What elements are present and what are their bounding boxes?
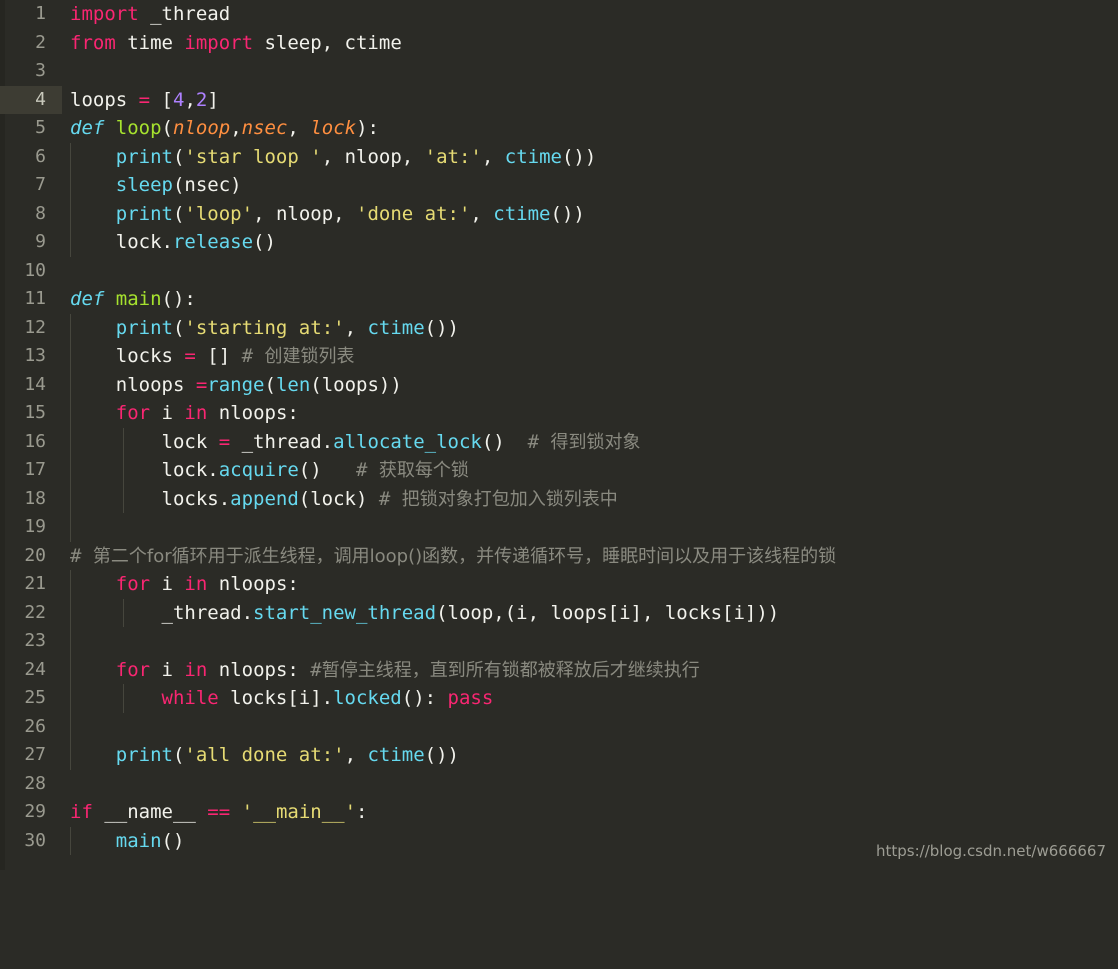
code-line[interactable]: 19 <box>0 513 1118 542</box>
line-number: 27 <box>24 744 46 765</box>
code-line-content: locks = [] # 创建锁列表 <box>70 345 355 367</box>
line-number: 22 <box>24 601 46 623</box>
code-line-content: print('all done at:', ctime()) <box>115 744 459 766</box>
code-line-content: main() <box>115 829 185 852</box>
code-line[interactable]: 18 locks.append(lock) # 把锁对象打包加入锁列表中 <box>0 484 1118 513</box>
code-line-content: print('starting at:', ctime()) <box>115 316 459 339</box>
code-line[interactable]: 26 <box>0 712 1118 741</box>
code-line[interactable]: 15 for i in nloops: <box>0 399 1118 428</box>
indent-guide <box>70 712 71 741</box>
line-number: 17 <box>24 459 46 480</box>
code-editor[interactable]: 1 import _thread 2 from time import slee… <box>0 0 1118 870</box>
line-number: 23 <box>24 630 46 651</box>
line-number: 21 <box>24 573 46 594</box>
code-line[interactable]: 13 locks = [] # 创建锁列表 <box>0 342 1118 371</box>
code-line-content: # 第二个for循环用于派生线程，调用loop()函数，并传递循环号，睡眠时间以… <box>70 544 837 567</box>
code-lines-container[interactable]: 1 import _thread 2 from time import slee… <box>0 0 1118 855</box>
line-number: 25 <box>24 687 46 708</box>
line-number: 12 <box>24 316 46 338</box>
code-line[interactable]: 25 while locks[i].locked(): pass <box>0 684 1118 713</box>
code-line[interactable]: 27 print('all done at:', ctime()) <box>0 741 1118 770</box>
code-line-content: print('star loop ', nloop, 'at:', ctime(… <box>115 145 597 168</box>
line-number: 3 <box>35 60 46 81</box>
code-line-content: for i in nloops: #暂停主线程，直到所有锁都被释放后才继续执行 <box>115 658 700 681</box>
code-line-content: nloops =range(len(loops)) <box>70 373 402 396</box>
code-line[interactable]: 2 from time import sleep, ctime <box>0 29 1118 58</box>
code-line[interactable]: 29 if __name__ == '__main__': <box>0 798 1118 827</box>
code-line-content: sleep(nsec) <box>115 174 242 196</box>
line-number: 15 <box>24 402 46 423</box>
code-line[interactable]: 22 _thread.start_new_thread(loop,(i, loo… <box>0 598 1118 627</box>
line-number: 14 <box>24 373 46 395</box>
code-line[interactable]: 28 <box>0 770 1118 799</box>
line-number: 2 <box>35 31 46 53</box>
code-line[interactable]: 6 print('star loop ', nloop, 'at:', ctim… <box>0 142 1118 171</box>
code-line[interactable]: 14 nloops =range(len(loops)) <box>0 370 1118 399</box>
code-line[interactable]: 8 print('loop', nloop, 'done at:', ctime… <box>0 199 1118 228</box>
code-line-content: print('loop', nloop, 'done at:', ctime()… <box>115 202 585 225</box>
line-number: 11 <box>24 288 46 309</box>
code-line[interactable]: 5 def loop(nloop,nsec, lock): <box>0 114 1118 143</box>
code-line[interactable]: 1 import _thread <box>0 0 1118 29</box>
line-number: 10 <box>24 259 46 281</box>
line-number: 28 <box>24 772 46 794</box>
code-line[interactable]: 20 # 第二个for循环用于派生线程，调用loop()函数，并传递循环号，睡眠… <box>0 542 1118 571</box>
code-line-content: def loop(nloop,nsec, lock): <box>70 117 379 139</box>
code-line-content: for i in nloops: <box>115 402 299 424</box>
line-number: 13 <box>24 345 46 366</box>
line-number: 9 <box>35 231 46 252</box>
code-line-content: def main(): <box>70 288 196 310</box>
line-number: 4 <box>35 88 46 110</box>
line-number: 20 <box>24 544 46 566</box>
line-number: 24 <box>24 658 46 680</box>
code-line[interactable]: 7 sleep(nsec) <box>0 171 1118 200</box>
code-line-content: locks.append(lock) # 把锁对象打包加入锁列表中 <box>70 487 618 510</box>
code-line-content: _thread.start_new_thread(loop,(i, loops[… <box>70 601 780 624</box>
code-line[interactable]: 21 for i in nloops: <box>0 570 1118 599</box>
code-line-content: lock.acquire() # 获取每个锁 <box>70 459 469 481</box>
code-line[interactable]: 17 lock.acquire() # 获取每个锁 <box>0 456 1118 485</box>
code-line[interactable]: 9 lock.release() <box>0 228 1118 257</box>
line-number: 8 <box>35 202 46 224</box>
code-line[interactable]: 10 <box>0 257 1118 286</box>
code-line-content: loops = [4,2] <box>70 88 219 111</box>
line-number: 26 <box>24 715 46 737</box>
code-line[interactable]: 12 print('starting at:', ctime()) <box>0 313 1118 342</box>
line-number: 16 <box>24 430 46 452</box>
line-number: 29 <box>24 801 46 822</box>
code-line-content: lock.release() <box>70 231 276 253</box>
watermark-url: https://blog.csdn.net/w666667 <box>876 842 1106 860</box>
code-line-content: lock = _thread.allocate_lock() # 得到锁对象 <box>70 430 641 453</box>
code-line[interactable]: 23 <box>0 627 1118 656</box>
line-number: 1 <box>35 3 46 24</box>
code-line-content: while locks[i].locked(): pass <box>161 687 494 709</box>
line-number: 6 <box>35 145 46 167</box>
line-number: 30 <box>24 829 46 851</box>
code-line-content: import _thread <box>70 3 231 25</box>
code-line[interactable]: 11 def main(): <box>0 285 1118 314</box>
code-line[interactable]: 3 <box>0 57 1118 86</box>
line-number: 7 <box>35 174 46 195</box>
line-number: 5 <box>35 117 46 138</box>
code-line[interactable]: 24 for i in nloops: #暂停主线程，直到所有锁都被释放后才继续… <box>0 655 1118 684</box>
code-line[interactable]: 16 lock = _thread.allocate_lock() # 得到锁对… <box>0 427 1118 456</box>
line-number: 19 <box>24 516 46 537</box>
indent-guide <box>70 513 71 542</box>
code-line-current[interactable]: 4 loops = [4,2] <box>0 85 1118 114</box>
indent-guide <box>70 627 71 656</box>
code-line-content: if __name__ == '__main__': <box>70 801 368 823</box>
code-line-content: from time import sleep, ctime <box>70 31 402 54</box>
line-number: 18 <box>24 487 46 509</box>
code-line-content: for i in nloops: <box>115 573 299 595</box>
